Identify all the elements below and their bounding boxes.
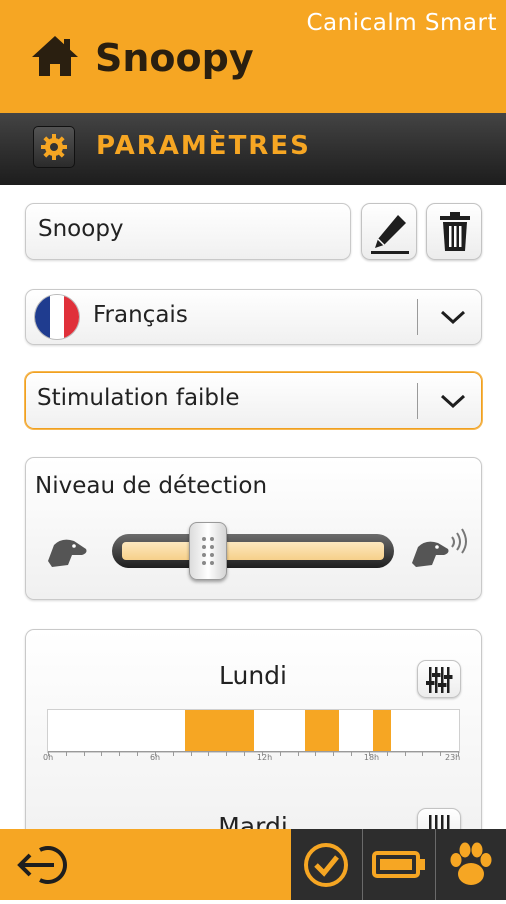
monday-timeline[interactable] xyxy=(47,709,460,753)
timeline-hour-label: 23h xyxy=(445,753,461,762)
timeline-tick xyxy=(190,751,192,756)
timeline-tick xyxy=(333,751,335,756)
paw-button[interactable] xyxy=(436,829,506,900)
language-divider xyxy=(417,299,418,335)
detection-slider-thumb[interactable] xyxy=(189,522,228,580)
edit-name-button[interactable] xyxy=(361,203,417,260)
monday-settings-button[interactable] xyxy=(417,660,461,698)
timeline-tick xyxy=(137,751,139,756)
timeline-tick xyxy=(119,751,121,756)
delete-button[interactable] xyxy=(426,203,482,260)
logout-icon xyxy=(17,846,67,884)
timeline-hour-label: 12h xyxy=(256,753,273,762)
chevron-down-icon[interactable] xyxy=(438,390,468,412)
timeline-tick xyxy=(440,751,442,756)
pencil-icon xyxy=(371,215,409,254)
grip-dot xyxy=(202,553,207,557)
check-icon xyxy=(304,843,348,887)
grip-dot xyxy=(202,561,207,565)
check-button[interactable] xyxy=(291,829,362,900)
timeline-hour-label: 0h xyxy=(43,753,54,762)
active-time-segment xyxy=(373,710,391,751)
detection-slider-fill xyxy=(122,542,384,560)
timeline-tick xyxy=(404,751,406,756)
timeline-tick xyxy=(208,751,210,756)
language-value: Français xyxy=(93,302,188,328)
stimulation-value: Stimulation faible xyxy=(37,385,240,411)
timeline-tick xyxy=(65,751,67,756)
france-flag-icon xyxy=(35,295,79,339)
grip-dot xyxy=(202,537,207,541)
timeline-tick xyxy=(386,751,388,756)
name-input-value: Snoopy xyxy=(38,216,124,242)
paw-icon xyxy=(450,842,492,885)
equalizer-icon xyxy=(426,667,453,693)
active-time-segment xyxy=(304,710,340,751)
timeline-tick xyxy=(244,751,246,756)
timeline-tick xyxy=(83,751,85,756)
timeline-hour-label: 18h xyxy=(363,753,380,762)
timeline-hour-label: 6h xyxy=(149,753,161,762)
gear-icon xyxy=(33,126,75,168)
timeline-tick xyxy=(172,751,174,756)
brand-name: Canicalm Smart xyxy=(306,10,497,36)
timeline-tick xyxy=(315,751,317,756)
home-icon[interactable] xyxy=(30,34,80,78)
active-time-segment xyxy=(185,710,254,751)
battery-icon xyxy=(372,851,425,878)
dog-barking-icon xyxy=(412,528,467,567)
timeline-axis xyxy=(48,751,459,752)
grip-dot xyxy=(202,545,207,549)
stimulation-divider xyxy=(417,383,418,419)
grip-dot xyxy=(210,553,215,557)
timeline-tick xyxy=(226,751,228,756)
chevron-down-icon[interactable] xyxy=(438,306,468,328)
timeline-tick xyxy=(101,751,103,756)
logout-button[interactable] xyxy=(10,837,80,893)
trash-icon xyxy=(440,212,470,251)
grip-dot xyxy=(210,545,215,549)
battery-button[interactable] xyxy=(363,829,435,900)
timeline-tick xyxy=(279,751,281,756)
grip-dot xyxy=(210,561,215,565)
detection-label: Niveau de détection xyxy=(35,473,268,499)
grip-dot xyxy=(210,537,215,541)
timeline-tick xyxy=(351,751,353,756)
dog-quiet-icon xyxy=(48,539,87,567)
section-title: PARAMÈTRES xyxy=(96,131,311,161)
dog-name-title: Snoopy xyxy=(95,36,254,80)
timeline-tick xyxy=(422,751,424,756)
timeline-tick xyxy=(297,751,299,756)
